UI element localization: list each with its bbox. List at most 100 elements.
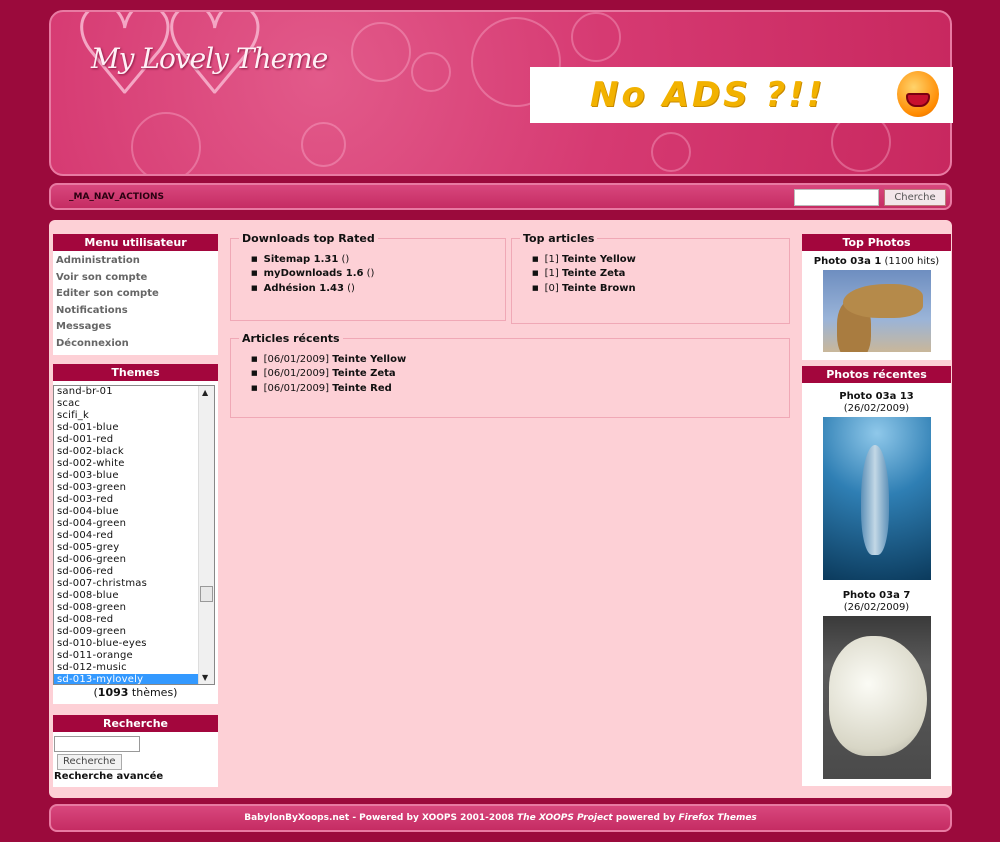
theme-option[interactable]: sd-003-red	[54, 494, 214, 506]
theme-option[interactable]: sd-008-red	[54, 614, 214, 626]
list-item: [06/01/2009] Teinte Zeta	[251, 367, 789, 381]
menu-item-administration[interactable]: Administration	[53, 253, 218, 270]
download-link[interactable]: Sitemap 1.31	[264, 254, 339, 265]
list-item: [1] Teinte Zeta	[532, 267, 789, 281]
recent-articles-title: Articles récents	[242, 332, 340, 345]
themes-select[interactable]: sand-br-01 scac scifi_k sd-001-blue sd-001-r…	[53, 384, 215, 685]
article-link[interactable]: Teinte Yellow	[562, 254, 636, 265]
theme-option[interactable]: sd-005-grey	[54, 542, 214, 554]
photo-caption: Photo 03a 1 (1100 hits)	[813, 256, 940, 267]
theme-option[interactable]: sd-008-blue	[54, 590, 214, 602]
list-item: myDownloads 1.6 ()	[251, 267, 505, 281]
list-item: Adhésion 1.43 ()	[251, 282, 505, 296]
search-input[interactable]	[54, 735, 140, 752]
nav-actions-label[interactable]: _MA_NAV_ACTIONS	[69, 192, 164, 202]
article-link[interactable]: Teinte Zeta	[332, 368, 395, 379]
top-photos-block: Top Photos Photo 03a 1 (1100 hits)	[802, 234, 951, 360]
scroll-down-icon[interactable]: ▼	[202, 673, 208, 682]
theme-option[interactable]: sd-003-blue	[54, 470, 214, 482]
decor-bubble	[651, 132, 691, 172]
article-link[interactable]: Teinte Red	[332, 383, 392, 394]
recent-photos-title: Photos récentes	[802, 366, 951, 383]
camel-photo[interactable]	[822, 270, 931, 352]
list-item: [0] Teinte Brown	[532, 282, 789, 296]
theme-option[interactable]: sd-006-red	[54, 566, 214, 578]
theme-option[interactable]: sd-010-blue-eyes	[54, 638, 214, 650]
theme-option[interactable]: sd-002-white	[54, 458, 214, 470]
ad-banner[interactable]: No ADS ?!!	[530, 67, 953, 123]
decor-bubble	[411, 52, 451, 92]
ad-text: No ADS ?!!	[590, 75, 826, 115]
theme-option[interactable]: sd-004-green	[54, 518, 214, 530]
scroll-up-icon[interactable]: ▲	[202, 388, 208, 397]
top-articles-block: Top articles [1] Teinte Yellow [1] Teint…	[511, 232, 790, 324]
xoops-link[interactable]: The XOOPS Project	[517, 813, 613, 823]
theme-option[interactable]: sd-004-red	[54, 530, 214, 542]
menu-item-logout[interactable]: Déconnexion	[53, 336, 218, 353]
theme-option[interactable]: sd-006-green	[54, 554, 214, 566]
decor-bubble	[351, 22, 411, 82]
list-item: Sitemap 1.31 ()	[251, 253, 505, 267]
theme-count: (1093 thèmes)	[93, 685, 178, 699]
dolphin-photo[interactable]	[822, 417, 931, 580]
theme-option[interactable]: sd-003-green	[54, 482, 214, 494]
photo-link[interactable]: Photo 03a 13	[839, 391, 914, 402]
menu-item-edit-account[interactable]: Editer son compte	[53, 286, 218, 303]
recent-articles-list: [06/01/2009] Teinte Yellow [06/01/2009] …	[231, 345, 789, 396]
themes-title: Themes	[53, 363, 218, 381]
top-search-button[interactable]: Cherche	[884, 189, 946, 206]
photo-link[interactable]: Photo 03a 1	[814, 256, 882, 267]
photo-caption: Photo 03a 13 (26/02/2009)	[839, 391, 914, 414]
theme-option[interactable]: sd-004-blue	[54, 506, 214, 518]
polar-bear-photo[interactable]	[822, 616, 931, 779]
advanced-search-link[interactable]: Recherche avancée	[53, 770, 218, 784]
downloads-top-rated-block: Downloads top Rated Sitemap 1.31 () myDo…	[230, 232, 506, 321]
search-block: Recherche Recherche Recherche avancée	[53, 714, 218, 787]
article-link[interactable]: Teinte Zeta	[562, 268, 625, 279]
menu-item-notifications[interactable]: Notifications	[53, 303, 218, 320]
firefox-themes-link[interactable]: Firefox Themes	[678, 813, 756, 823]
top-search-input[interactable]	[794, 189, 879, 206]
article-link[interactable]: Teinte Brown	[562, 283, 636, 294]
theme-option[interactable]: sd-001-blue	[54, 422, 214, 434]
theme-option[interactable]: sd-012-music	[54, 662, 214, 674]
photo-caption: Photo 03a 7 (26/02/2009)	[842, 590, 911, 613]
scroll-thumb[interactable]	[200, 585, 213, 602]
site-logo[interactable]: My Lovely Theme	[91, 42, 328, 75]
list-item: [1] Teinte Yellow	[532, 253, 789, 267]
list-item: [06/01/2009] Teinte Yellow	[251, 353, 789, 367]
photo-link[interactable]: Photo 03a 7	[843, 590, 911, 601]
theme-option[interactable]: sd-013-mylovely	[54, 673, 214, 684]
smiley-icon	[897, 71, 939, 117]
menu-item-messages[interactable]: Messages	[53, 319, 218, 336]
theme-option[interactable]: sand-br-01	[54, 386, 214, 398]
site-footer: BabylonByXoops.net - Powered by XOOPS 20…	[49, 804, 952, 832]
theme-option[interactable]: sd-008-green	[54, 602, 214, 614]
decor-bubble	[301, 122, 346, 167]
main-content: Menu utilisateur Administration Voir son…	[49, 220, 952, 798]
recent-photos-block: Photos récentes Photo 03a 13 (26/02/2009…	[802, 366, 951, 786]
top-photos-title: Top Photos	[802, 234, 951, 251]
themes-options: sand-br-01 scac scifi_k sd-001-blue sd-001-r…	[54, 386, 214, 684]
nav-bar: _MA_NAV_ACTIONS Cherche	[49, 183, 952, 210]
menu-item-view-account[interactable]: Voir son compte	[53, 270, 218, 287]
article-link[interactable]: Teinte Yellow	[332, 354, 406, 365]
user-menu-block: Menu utilisateur Administration Voir son…	[53, 234, 218, 355]
top-articles-list: [1] Teinte Yellow [1] Teinte Zeta [0] Te…	[512, 245, 789, 296]
theme-option[interactable]: sd-011-orange	[54, 650, 214, 662]
recent-articles-block: Articles récents [06/01/2009] Teinte Yel…	[230, 332, 790, 418]
download-link[interactable]: Adhésion 1.43	[264, 283, 344, 294]
search-button[interactable]: Recherche	[57, 753, 122, 770]
themes-scrollbar[interactable]: ▲ ▼	[198, 385, 214, 684]
download-link[interactable]: myDownloads 1.6	[264, 268, 364, 279]
theme-option[interactable]: sd-001-red	[54, 434, 214, 446]
theme-option[interactable]: sd-002-black	[54, 446, 214, 458]
theme-option[interactable]: scac	[54, 398, 214, 410]
user-menu-list: Administration Voir son compte Editer so…	[53, 251, 218, 355]
right-column: Top Photos Photo 03a 1 (1100 hits) Photo…	[802, 234, 951, 786]
theme-option[interactable]: sd-009-green	[54, 626, 214, 638]
theme-option[interactable]: scifi_k	[54, 410, 214, 422]
left-column: Menu utilisateur Administration Voir son…	[53, 234, 218, 787]
downloads-list: Sitemap 1.31 () myDownloads 1.6 () Adhés…	[231, 245, 505, 296]
theme-option[interactable]: sd-007-christmas	[54, 578, 214, 590]
